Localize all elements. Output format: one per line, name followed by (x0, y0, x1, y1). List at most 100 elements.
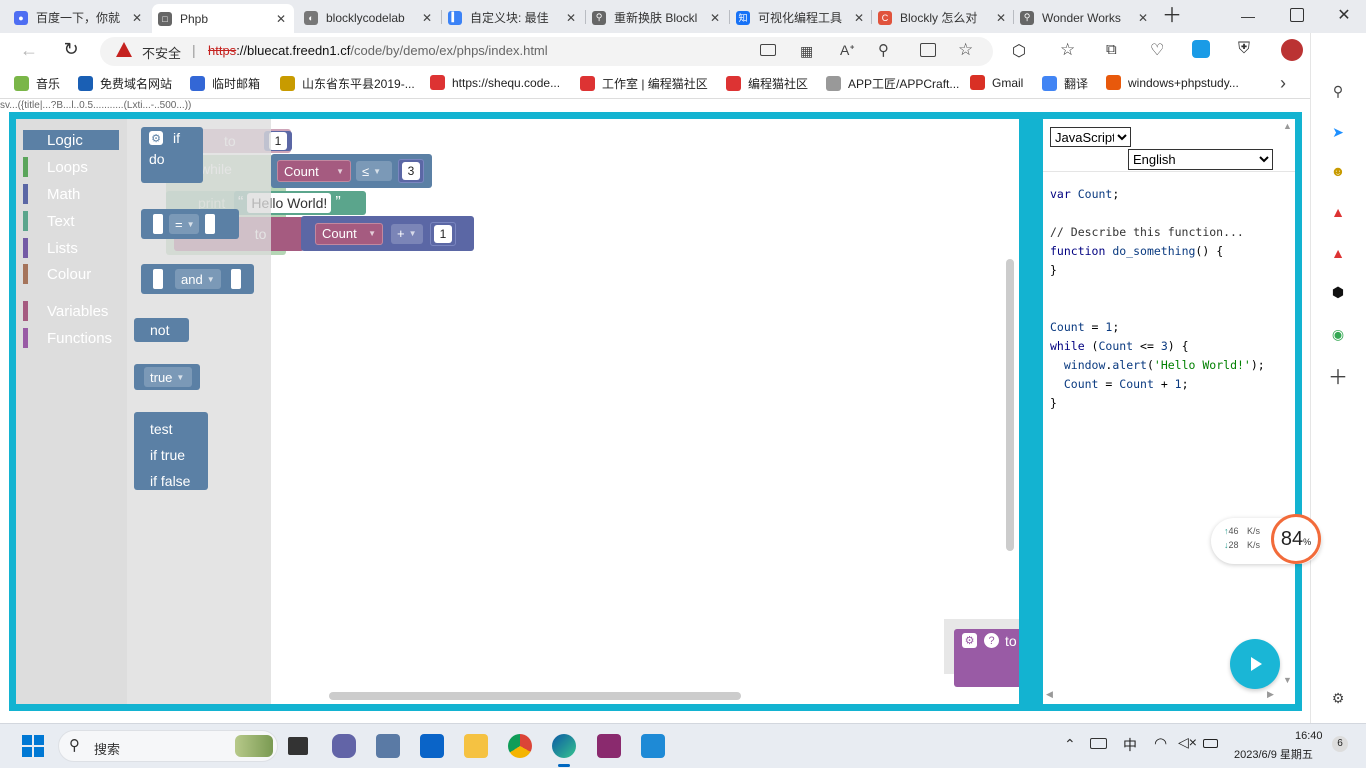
flyout-not-block[interactable]: not (134, 318, 189, 342)
plus-op-dropdown[interactable]: + ▼ (391, 223, 423, 244)
flyout-compare-block[interactable]: = ▼ (141, 209, 239, 239)
bookmark-item[interactable]: 临时邮箱 (190, 75, 260, 92)
vscode-icon[interactable] (641, 734, 665, 758)
proc-help-icon[interactable]: ? (984, 633, 999, 648)
lte-op-dropdown[interactable]: ≤ ▼ (356, 161, 392, 181)
keyboard-icon[interactable] (1090, 738, 1107, 749)
read-mode-icon[interactable] (760, 44, 776, 56)
browser-tab[interactable]: □ Phpb ✕ (152, 4, 294, 33)
flyout-and-block[interactable]: and ▼ (141, 264, 254, 294)
browser-tab[interactable]: C Blockly 怎么对 ✕ (872, 4, 1014, 31)
toolbox-category-loops[interactable]: Loops (23, 157, 119, 177)
count-var-dropdown[interactable]: Count ▼ (277, 160, 351, 182)
add-arith-block[interactable]: Count ▼ + ▼ 1 (301, 216, 474, 251)
code-hscroll-right-icon[interactable]: ▶ (1267, 689, 1274, 700)
browser-tab[interactable]: ◐ blocklycodelab ✕ (298, 4, 440, 31)
clock-time[interactable]: 16:40 (1295, 730, 1323, 742)
sidebar-search-icon[interactable]: ⚲ (1327, 80, 1349, 102)
browser-tab[interactable]: ▍ 自定义块: 最佳 ✕ (442, 4, 584, 31)
sidebar-cat-icon[interactable]: ▲ (1327, 201, 1349, 223)
taskbar-search-box[interactable]: ⚲ 搜索 (58, 730, 278, 762)
start-button[interactable] (22, 735, 44, 757)
bookmark-item[interactable]: APP工匠/APPCraft... (826, 75, 959, 92)
bookmark-item[interactable]: 音乐 (14, 75, 60, 92)
tab-close-icon[interactable]: ✕ (708, 11, 722, 25)
bookmarks-overflow-icon[interactable]: › (1280, 73, 1286, 94)
toolbox-category-variables[interactable]: Variables (23, 301, 119, 321)
sidebar-cat2-icon[interactable]: ▲ (1327, 242, 1349, 264)
mutator-gear-icon[interactable]: ⚙ (149, 131, 163, 145)
flyout-if-block[interactable]: ⚙ if do (141, 127, 203, 183)
tab-close-icon[interactable]: ✕ (852, 11, 866, 25)
toolbox-category-functions[interactable]: Functions (23, 328, 119, 348)
read-aloud-icon[interactable]: A͏ᐩ (840, 42, 855, 59)
minimize-button[interactable]: — (1240, 8, 1256, 24)
toolbox-category-math[interactable]: Math (23, 184, 119, 204)
add-value-field[interactable]: 1 (434, 224, 452, 243)
compare-op-dropdown[interactable]: = ▼ (169, 214, 199, 234)
toolbox-category-lists[interactable]: Lists (23, 238, 119, 258)
outlook-icon[interactable] (420, 734, 444, 758)
toolbox-category-colour[interactable]: Colour (23, 264, 119, 284)
compare-number-block[interactable]: 3 (398, 159, 424, 183)
zoom-icon[interactable]: ⚲ (878, 41, 889, 59)
blockly-workspace[interactable]: Logic Loops Math Text Lists Colour Variables Fu… (16, 119, 1019, 704)
bookmark-item[interactable]: https://shequ.code... (430, 75, 560, 90)
memory-usage-gauge[interactable]: 84% (1271, 514, 1321, 564)
browser-tab[interactable]: ● 百度一下，你就 ✕ (8, 4, 150, 31)
sidebar-add-icon[interactable]: ＋ (1327, 364, 1349, 389)
tab-close-icon[interactable]: ✕ (1136, 11, 1150, 25)
security-icon[interactable]: ⛨ (1238, 40, 1250, 58)
language-select[interactable]: JavaScript (1050, 127, 1131, 147)
flyout-true-block[interactable]: true ▼ (134, 364, 200, 390)
extensions-icon[interactable]: ⬡ (1012, 41, 1026, 61)
favorites-icon[interactable]: ☆ (1060, 40, 1075, 60)
battery-icon[interactable] (1203, 739, 1218, 748)
app-computer-icon[interactable] (376, 734, 400, 758)
bookmark-item[interactable]: windows+phpstudy... (1106, 75, 1239, 90)
address-bar[interactable]: 不安全 | https://bluecat.freedn1.cf/code/by… (100, 37, 993, 66)
toolbox-category-text[interactable]: Text (23, 211, 119, 231)
volume-muted-icon[interactable]: ◁× (1178, 734, 1197, 751)
toolbox-category-logic[interactable]: Logic (23, 130, 119, 150)
and-op-dropdown[interactable]: and ▼ (175, 269, 221, 289)
tab-close-icon[interactable]: ✕ (994, 11, 1008, 25)
tray-overflow-icon[interactable]: ⌃ (1064, 736, 1076, 753)
teams-icon[interactable] (332, 734, 356, 758)
ime-indicator[interactable]: 中 (1123, 735, 1137, 755)
bookmark-item[interactable]: 翻译 (1042, 75, 1088, 92)
browser-tab[interactable]: ⚲ 重新换肤 Blockl ✕ (586, 4, 728, 31)
restore-button[interactable] (1290, 8, 1304, 22)
bookmark-item[interactable]: 免费域名网站 (78, 75, 172, 92)
bookmark-item[interactable]: 编程猫社区 (726, 75, 808, 92)
locale-select[interactable]: English (1128, 149, 1273, 170)
set-value-field[interactable]: 1 (269, 132, 287, 150)
notification-badge[interactable]: 6 (1332, 736, 1348, 752)
browser-tab[interactable]: 知可视化编程工具 ✕ (730, 4, 872, 31)
favorite-star-icon[interactable]: ☆ (958, 40, 973, 60)
tab-close-icon[interactable]: ✕ (420, 11, 434, 25)
workspace-hscrollbar[interactable] (329, 692, 741, 700)
network-speed-widget[interactable]: ↑46 K/s ↓28 K/s 84% (1211, 514, 1321, 564)
edge-icon[interactable] (552, 734, 576, 758)
sidebar-chrome-icon[interactable]: ◉ (1327, 323, 1349, 345)
winrar-icon[interactable] (597, 734, 621, 758)
new-tab-button[interactable]: ＋ (1160, 6, 1184, 28)
profile-avatar[interactable] (1281, 39, 1303, 61)
sidebar-settings-icon[interactable]: ⚙ (1327, 687, 1349, 709)
tab-close-icon[interactable]: ✕ (564, 11, 578, 25)
workspace-vscrollbar[interactable] (1006, 259, 1014, 551)
chrome-icon[interactable] (508, 734, 532, 758)
browser-tab[interactable]: ⚲ Wonder Works ✕ (1014, 4, 1156, 31)
compare-value-field[interactable]: 3 (402, 162, 420, 180)
clock-date[interactable]: 2023/6/9 星期五 (1234, 746, 1313, 762)
edge-drop-icon[interactable] (1192, 40, 1210, 58)
flyout-ternary-block[interactable]: test if true if false (134, 412, 208, 490)
apps-icon[interactable]: ▦ (800, 43, 813, 60)
procedure-def-block[interactable]: ⚙ ? to (954, 629, 1019, 687)
tab-close-icon[interactable]: ✕ (274, 12, 288, 26)
code-hscroll-left-icon[interactable]: ◀ (1046, 689, 1053, 700)
count-var-dropdown-2[interactable]: Count ▼ (315, 222, 383, 245)
code-vscroll-down-icon[interactable]: ▼ (1283, 675, 1292, 685)
tab-close-icon[interactable]: ✕ (130, 11, 144, 25)
